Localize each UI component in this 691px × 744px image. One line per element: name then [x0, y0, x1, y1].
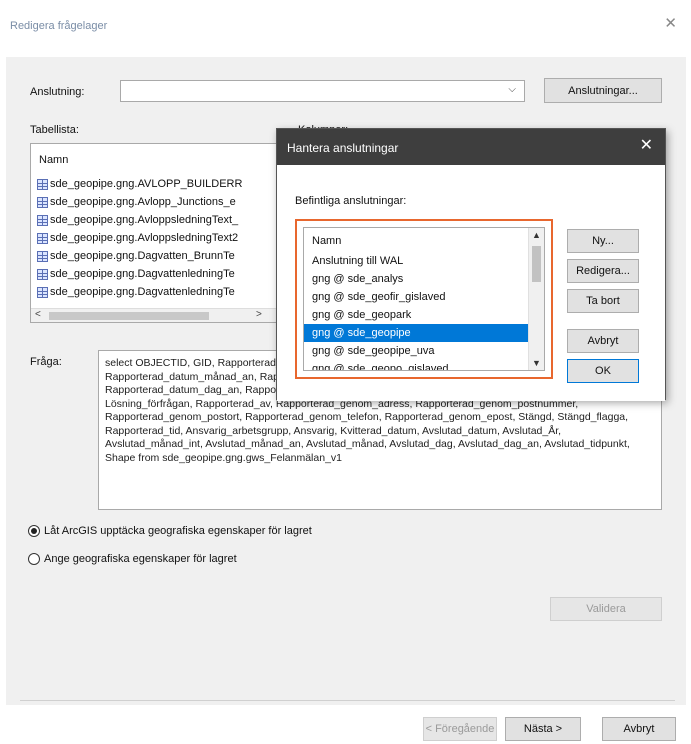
scroll-thumb[interactable] — [49, 312, 209, 320]
table-icon — [37, 286, 48, 298]
list-item[interactable]: gng @ sde_geofir_gislaved — [304, 288, 532, 306]
horizontal-scrollbar[interactable]: < > — [31, 308, 279, 322]
radio-specify-geometry[interactable]: Ange geografiska egenskaper för lagret — [28, 553, 237, 565]
chevron-down-icon: ⌵ — [508, 84, 516, 95]
delete-connection-button[interactable]: Ta bort — [567, 289, 639, 313]
dialog-title: Hantera anslutningar — [287, 141, 399, 155]
radio-detect-geometry[interactable]: Låt ArcGIS upptäcka geografiska egenskap… — [28, 525, 312, 537]
cancel-button[interactable]: Avbryt — [602, 717, 676, 741]
list-item[interactable]: Anslutning till WAL — [304, 252, 532, 270]
table-icon — [37, 268, 48, 280]
radio-unchecked-icon — [28, 553, 40, 565]
existing-connections-label: Befintliga anslutningar: — [295, 195, 407, 207]
list-item[interactable]: sde_geopipe.gng.AvloppsledningText2 — [37, 230, 238, 246]
next-button[interactable]: Nästa > — [505, 717, 581, 741]
connections-list[interactable]: Namn Anslutning till WAL gng @ sde_analy… — [303, 227, 545, 371]
list-item[interactable]: sde_geopipe.gng.DagvattenledningTe — [37, 284, 235, 300]
ok-button[interactable]: OK — [567, 359, 639, 383]
footer-divider — [20, 700, 675, 701]
list-item[interactable]: sde_geopipe.gng.DagvattenledningTe — [37, 266, 235, 282]
dialog-cancel-button[interactable]: Avbryt — [567, 329, 639, 353]
window-title: Redigera frågelager — [10, 20, 108, 32]
list-item[interactable]: sde_geopipe.gng.AvloppsledningText_ — [37, 212, 238, 228]
list-item[interactable]: sde_geopipe.gng.AVLOPP_BUILDERR — [37, 176, 242, 192]
connection-label: Anslutning: — [30, 86, 85, 98]
table-list-label: Tabellista: — [30, 124, 79, 136]
connections-highlight-frame: Namn Anslutning till WAL gng @ sde_analy… — [295, 219, 553, 379]
table-icon — [37, 196, 48, 208]
table-icon — [37, 232, 48, 244]
table-icon — [37, 250, 48, 262]
previous-button[interactable]: < Föregående — [423, 717, 497, 741]
list-item[interactable]: gng @ sde_analys — [304, 270, 532, 288]
list-item[interactable]: sde_geopipe.gng.Avlopp_Junctions_e — [37, 194, 236, 210]
close-icon[interactable]: ✕ — [640, 138, 653, 154]
table-icon — [37, 214, 48, 226]
list-item-selected[interactable]: gng @ sde_geopipe — [304, 324, 532, 342]
list-item[interactable]: gng @ sde_geopark — [304, 306, 532, 324]
edit-connection-button[interactable]: Redigera... — [567, 259, 639, 283]
scroll-right-icon[interactable]: > — [256, 309, 262, 320]
list-item[interactable]: sde_geopipe.gng.Dagvatten_BrunnTe — [37, 248, 235, 264]
chevron-down-icon[interactable]: ▼ — [532, 358, 541, 368]
manage-connections-dialog: Hantera anslutningar ✕ Befintliga anslut… — [276, 128, 666, 401]
connections-list-header[interactable]: Namn — [304, 232, 532, 250]
window-close-icon[interactable]: ✕ — [664, 16, 677, 31]
dialog-titlebar[interactable]: Hantera anslutningar ✕ — [277, 129, 665, 165]
vertical-scrollbar[interactable]: ▲ ▼ — [528, 228, 544, 370]
query-label: Fråga: — [30, 356, 62, 368]
radio-detect-label: Låt ArcGIS upptäcka geografiska egenskap… — [44, 525, 312, 537]
list-item[interactable]: gng @ sde_geopo_gislaved — [304, 360, 532, 370]
table-icon — [37, 178, 48, 190]
radio-specify-label: Ange geografiska egenskaper för lagret — [44, 553, 237, 565]
scroll-left-icon[interactable]: < — [35, 309, 41, 320]
chevron-up-icon[interactable]: ▲ — [532, 230, 541, 240]
validate-button[interactable]: Validera — [550, 597, 662, 621]
connection-dropdown[interactable]: ⌵ — [120, 80, 525, 102]
new-connection-button[interactable]: Ny... — [567, 229, 639, 253]
connections-button[interactable]: Anslutningar... — [544, 78, 662, 103]
table-list[interactable]: Namn sde_geopipe.gng.AVLOPP_BUILDERR sde… — [30, 143, 280, 323]
table-list-header[interactable]: Namn — [39, 154, 68, 166]
radio-checked-icon — [28, 525, 40, 537]
list-item[interactable]: gng @ sde_geopipe_uva — [304, 342, 532, 360]
scroll-thumb[interactable] — [532, 246, 541, 282]
